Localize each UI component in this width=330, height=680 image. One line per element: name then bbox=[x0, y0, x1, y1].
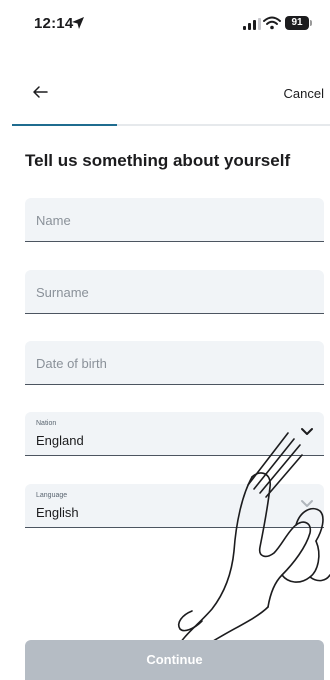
top-nav: Cancel bbox=[0, 76, 330, 116]
pointing-hand-icon bbox=[177, 432, 330, 648]
progress-bar bbox=[12, 124, 330, 126]
cancel-button[interactable]: Cancel bbox=[284, 86, 324, 101]
location-arrow-icon bbox=[72, 17, 84, 29]
date-of-birth-field[interactable]: Date of birth bbox=[25, 341, 324, 385]
back-arrow-icon[interactable] bbox=[32, 84, 48, 100]
cellular-signal-icon bbox=[243, 18, 261, 30]
battery-icon: 91 bbox=[285, 16, 312, 30]
nation-label: Nation bbox=[36, 420, 57, 427]
continue-button[interactable]: Continue bbox=[25, 640, 324, 680]
surname-field[interactable]: Surname bbox=[25, 270, 324, 314]
wifi-icon bbox=[263, 16, 281, 30]
language-value: English bbox=[36, 505, 79, 520]
nation-value: England bbox=[36, 433, 84, 448]
date-of-birth-placeholder: Date of birth bbox=[36, 356, 107, 371]
name-field[interactable]: Name bbox=[25, 198, 324, 242]
battery-level: 91 bbox=[291, 17, 303, 28]
status-bar: 12:14 91 bbox=[0, 0, 330, 44]
page-title: Tell us something about yourself bbox=[25, 151, 291, 170]
status-time: 12:14 bbox=[34, 15, 74, 32]
progress-bar-fill bbox=[12, 124, 117, 126]
name-placeholder: Name bbox=[36, 213, 71, 228]
surname-placeholder: Surname bbox=[36, 285, 89, 300]
language-label: Language bbox=[36, 492, 68, 499]
